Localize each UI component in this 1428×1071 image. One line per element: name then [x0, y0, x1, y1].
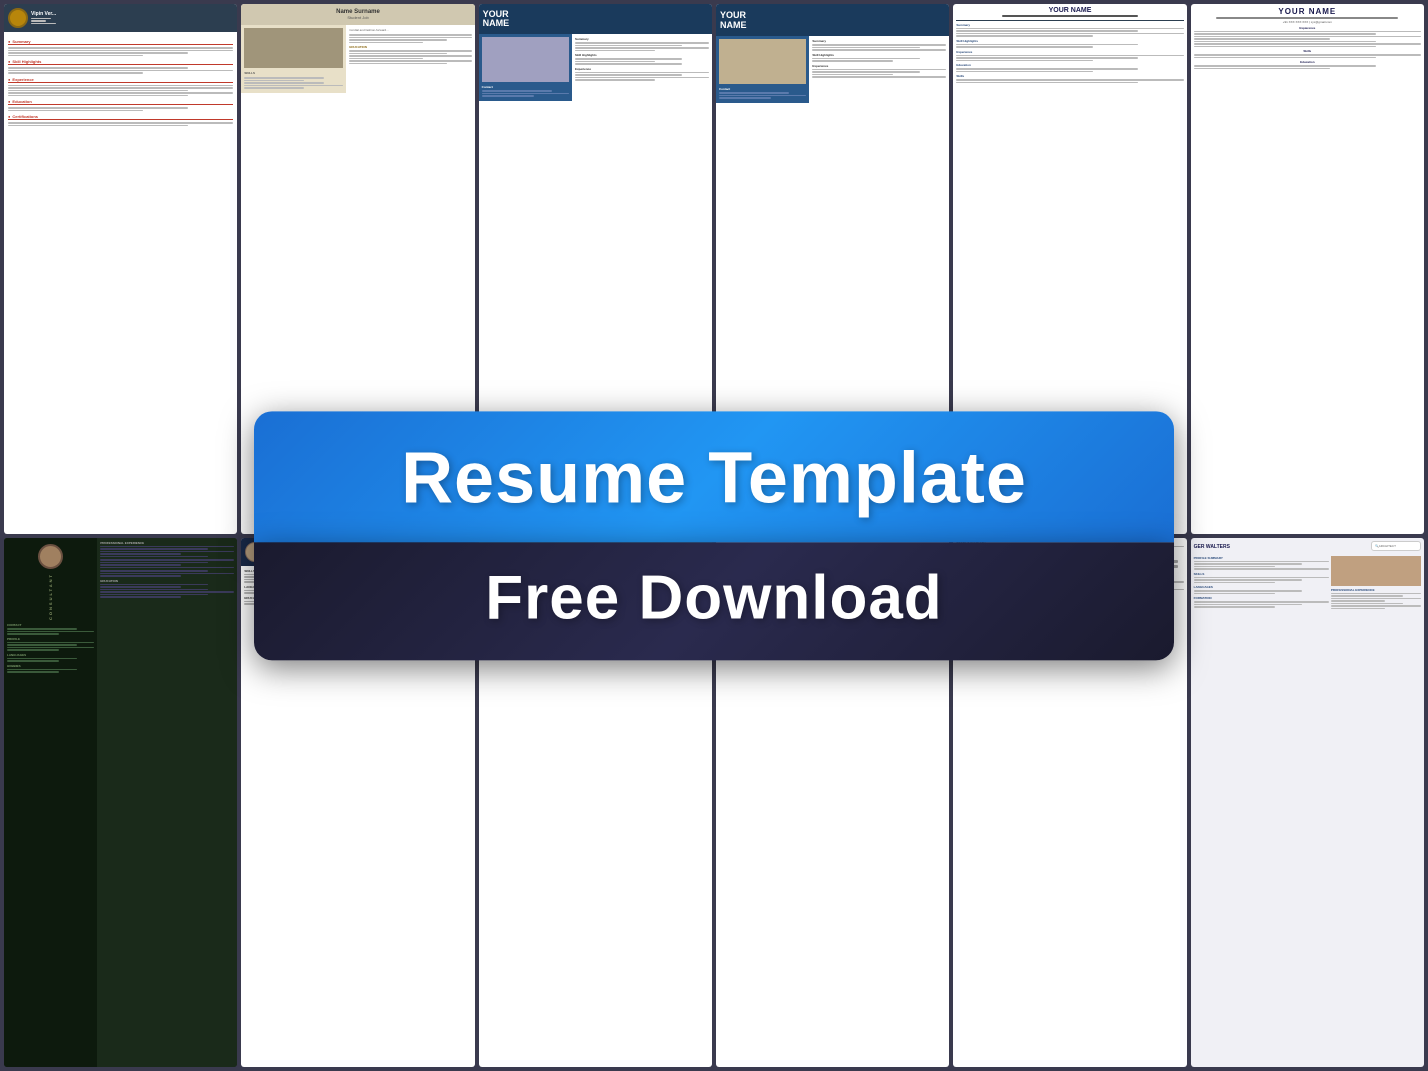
photo — [482, 37, 569, 82]
right-col: Summary Skill Highlights Experience — [572, 34, 712, 101]
main-container: Vipin Ver... Summary Skill Highlights — [0, 0, 1428, 1071]
card-body: Contact Summary Skill Highlights Experie… — [716, 36, 949, 103]
banner-title-block[interactable]: Resume Template — [254, 411, 1174, 542]
exp-label: Experience — [956, 50, 1183, 54]
hobbies-section: HOBBIES — [7, 664, 94, 668]
your-name: YOURNAME — [483, 10, 708, 28]
left-col: Contact — [479, 34, 572, 101]
right-col: PROFESSIONAL EXPERIENCE — [1331, 556, 1421, 611]
section-edu: Education — [8, 99, 233, 105]
card-body: SKILLS Cordial and fashion-forward... ED… — [241, 25, 474, 93]
profile-section: PROFILE — [7, 637, 94, 641]
right-panel: PROFESSIONAL EXPERIENCE EDUCATION — [97, 538, 237, 1068]
card-header: YOUR NAME +91 XXX XXX XXX | xyx@gmail.co… — [1194, 7, 1421, 24]
lang-section: LANGUAGES — [7, 653, 94, 657]
card-layout: CONSULTANT CONTACT PROFILE LANGUAGES HOB… — [4, 538, 237, 1068]
resume-card-financial[interactable]: YOUR NAME +91 XXX XXX XXX | xyx@gmail.co… — [1191, 4, 1424, 534]
edu-header: EDUCATION — [100, 579, 234, 583]
architect-photo — [1331, 556, 1421, 586]
resume-card-architect[interactable]: GER WALTERS 🔍 ARCHITECT PROFILE SUMMARY … — [1191, 538, 1424, 1068]
your-name-financial: YOUR NAME — [1194, 7, 1421, 16]
consultant-label-wrap: CONSULTANT — [7, 573, 94, 620]
card-header: YOUR NAME — [956, 7, 1183, 21]
right-col: Summary Skill Highlights Experience — [809, 36, 949, 103]
skills-section: SKILLS — [1194, 572, 1329, 576]
consultant-label: CONSULTANT — [48, 573, 53, 620]
contact-info — [31, 18, 56, 25]
left-col: SKILLS — [241, 25, 346, 93]
resume-card-vipin[interactable]: Vipin Ver... Summary Skill Highlights — [4, 4, 237, 534]
card-body: Contact Summary Skill Highlights Experie… — [479, 34, 712, 101]
your-name: YOURNAME — [720, 10, 945, 30]
card-top: Name Surname Student Job — [241, 4, 474, 25]
architect-body: PROFILE SUMMARY SKILLS LANGUAGES FORMATI… — [1194, 556, 1421, 611]
prof-exp-header: PROFESSIONAL EXPERIENCE — [100, 541, 234, 545]
banner-subtitle-block[interactable]: Free Download — [254, 542, 1174, 660]
edu-label: Education — [956, 63, 1183, 67]
right-col: Cordial and fashion-forward... EDUCATION — [346, 25, 474, 93]
consultant-avatar — [38, 544, 63, 569]
section-exp: Experience — [8, 77, 233, 83]
edu-header: Education — [1194, 60, 1421, 64]
exp-header: Expierence — [1194, 26, 1421, 30]
avatar — [8, 8, 28, 28]
banner-title-text: Resume Template — [304, 439, 1124, 518]
photo — [719, 39, 806, 84]
overlay-banner: Resume Template Free Download — [254, 411, 1174, 660]
left-col: Contact — [716, 36, 809, 103]
banner-subtitle-text: Free Download — [304, 564, 1124, 632]
section-cert: Certifications — [8, 114, 233, 120]
your-name: YOUR NAME — [956, 7, 1183, 14]
skills-header: Skills — [1194, 49, 1421, 53]
section-skills: Skill Highlights — [8, 59, 233, 65]
profile-section: PROFILE SUMMARY — [1194, 556, 1329, 560]
contact-section: CONTACT — [7, 623, 94, 627]
resume-card-consultant[interactable]: CONSULTANT CONTACT PROFILE LANGUAGES HOB… — [4, 538, 237, 1068]
prof-exp-section: PROFESSIONAL EXPERIENCE — [1331, 588, 1421, 592]
architect-name: GER WALTERS — [1194, 544, 1230, 550]
left-panel: CONSULTANT CONTACT PROFILE LANGUAGES HOB… — [4, 538, 97, 1068]
architect-header: GER WALTERS 🔍 ARCHITECT — [1194, 541, 1421, 554]
formation-section: FORMATION — [1194, 596, 1329, 600]
architect-search[interactable]: 🔍 ARCHITECT — [1371, 541, 1421, 551]
student-job: Student Job — [245, 15, 470, 20]
card-header: YOURNAME — [716, 4, 949, 36]
photo — [244, 28, 343, 68]
section-summary: Summary — [8, 39, 233, 45]
card-header: YOURNAME — [479, 4, 712, 34]
search-label: ARCHITECT — [1379, 544, 1396, 548]
skills2-label: Skills — [956, 74, 1183, 78]
card-body: Summary Skill Highlights Experience Educ… — [4, 32, 237, 131]
skills-label: Skill Highlights — [956, 39, 1183, 43]
summary-label: Summary — [956, 23, 1183, 27]
left-col: PROFILE SUMMARY SKILLS LANGUAGES FORMATI… — [1194, 556, 1329, 611]
contact-line: +91 XXX XXX XXX | xyx@gmail.com — [1194, 20, 1421, 24]
card-name: Vipin Ver... — [31, 11, 56, 17]
lang-section: LANGUAGES — [1194, 585, 1329, 589]
